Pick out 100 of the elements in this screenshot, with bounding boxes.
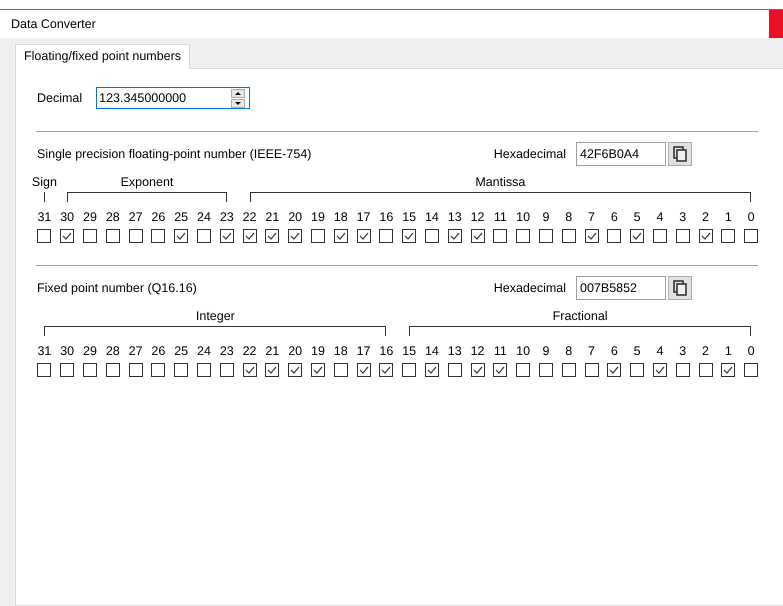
bit-checkbox[interactable] <box>106 229 120 243</box>
bit-number: 13 <box>446 343 463 359</box>
bit-checkbox[interactable] <box>538 229 553 243</box>
bit-number: 19 <box>310 209 326 225</box>
bit-checkbox[interactable] <box>310 363 325 377</box>
bit-number: 7 <box>587 343 596 359</box>
bit-group-label: Integer <box>196 308 235 324</box>
bit-checkbox[interactable] <box>630 229 644 243</box>
bit-checkbox[interactable] <box>310 229 325 243</box>
bit-checkbox[interactable] <box>402 229 416 243</box>
hexadecimal-label: Hexadecimal <box>494 281 566 295</box>
bit-number: 26 <box>150 209 166 225</box>
copy-button[interactable] <box>668 276 692 300</box>
bit-checkbox[interactable] <box>265 363 280 377</box>
bit-number: 1 <box>724 209 733 225</box>
bit-checkbox[interactable] <box>584 229 599 243</box>
bit-checkbox[interactable] <box>562 229 576 243</box>
bit-checkbox[interactable] <box>174 229 188 243</box>
hexadecimal-field[interactable]: 42F6B0A4 <box>576 142 666 166</box>
bit-checkbox[interactable] <box>242 363 257 377</box>
decimal-spin-box[interactable]: 123.345000000 <box>96 87 250 109</box>
bit-number: 30 <box>59 343 76 359</box>
bit-number: 22 <box>242 343 258 359</box>
bit-checkbox[interactable] <box>448 363 462 377</box>
bit-checkbox[interactable] <box>652 229 667 243</box>
bit-number: 15 <box>401 209 418 225</box>
bit-checkbox[interactable] <box>220 363 234 377</box>
bit-number: 21 <box>264 343 280 359</box>
bit-checkbox[interactable] <box>196 229 211 243</box>
bit-checkbox[interactable] <box>698 229 712 243</box>
bit-checkbox[interactable] <box>676 229 690 243</box>
bit-checkbox[interactable] <box>128 363 143 377</box>
bit-checkbox[interactable] <box>538 363 553 377</box>
tick-line <box>44 192 45 202</box>
copy-button[interactable] <box>668 142 692 166</box>
bit-checkbox[interactable] <box>82 229 97 243</box>
bit-checkbox[interactable] <box>196 363 211 377</box>
bit-checkbox[interactable] <box>151 229 166 243</box>
bit-checkbox[interactable] <box>424 363 439 377</box>
bit-number: 19 <box>310 343 326 359</box>
bit-number: 2 <box>701 343 710 359</box>
bit-checkbox[interactable] <box>265 229 280 243</box>
spin-down-icon[interactable] <box>231 98 246 108</box>
bit-number: 17 <box>356 209 372 225</box>
spin-up-icon[interactable] <box>231 88 246 98</box>
bit-checkbox[interactable] <box>721 229 736 243</box>
bit-checkbox[interactable] <box>448 229 462 243</box>
bit-checkbox[interactable] <box>584 363 599 377</box>
section-title: Single precision floating-point number (IEEE-754) <box>37 147 312 161</box>
bit-checkbox[interactable] <box>516 229 530 243</box>
bit-checkbox[interactable] <box>82 363 97 377</box>
bit-checkbox[interactable] <box>379 229 394 243</box>
bit-checkbox[interactable] <box>220 229 234 243</box>
bit-number: 16 <box>378 343 394 359</box>
bit-checkbox[interactable] <box>516 363 530 377</box>
bit-number: 12 <box>470 209 486 225</box>
bit-checkbox[interactable] <box>174 363 188 377</box>
bit-checkbox[interactable] <box>106 363 120 377</box>
bit-number: 3 <box>678 209 688 225</box>
bit-checkbox[interactable] <box>151 363 166 377</box>
bit-number: 20 <box>287 343 304 359</box>
bit-number: 12 <box>470 343 486 359</box>
hexadecimal-field[interactable]: 007B5852 <box>576 276 666 300</box>
bit-checkbox[interactable] <box>37 363 52 377</box>
bit-checkbox[interactable] <box>721 363 736 377</box>
bit-checkbox[interactable] <box>744 229 758 243</box>
bit-checkbox[interactable] <box>402 363 416 377</box>
bit-checkbox[interactable] <box>607 229 622 243</box>
bit-checkbox[interactable] <box>334 363 348 377</box>
bit-checkbox[interactable] <box>288 229 302 243</box>
bit-checkbox[interactable] <box>470 229 485 243</box>
bit-number: 28 <box>104 209 121 225</box>
bit-checkbox[interactable] <box>60 363 74 377</box>
bit-number: 16 <box>378 209 394 225</box>
bit-checkbox[interactable] <box>493 363 508 377</box>
bit-checkbox[interactable] <box>356 363 371 377</box>
bit-number: 18 <box>332 209 349 225</box>
bit-checkbox[interactable] <box>470 363 485 377</box>
bit-checkbox[interactable] <box>493 229 508 243</box>
bit-checkbox[interactable] <box>676 363 690 377</box>
bit-checkbox[interactable] <box>698 363 712 377</box>
tab[interactable]: Floating/fixed point numbers <box>15 44 190 69</box>
bit-checkbox[interactable] <box>128 229 143 243</box>
bit-checkbox[interactable] <box>379 363 394 377</box>
bit-number: 10 <box>515 343 532 359</box>
bit-checkbox[interactable] <box>424 229 439 243</box>
bit-number: 14 <box>424 343 440 359</box>
bit-checkbox[interactable] <box>288 363 302 377</box>
bit-checkbox[interactable] <box>37 229 52 243</box>
bit-checkbox[interactable] <box>356 229 371 243</box>
bit-checkbox[interactable] <box>562 363 576 377</box>
bit-number: 28 <box>104 343 121 359</box>
bit-checkbox[interactable] <box>242 229 257 243</box>
bit-checkbox[interactable] <box>334 229 348 243</box>
bit-checkbox[interactable] <box>607 363 622 377</box>
bit-checkbox[interactable] <box>744 363 758 377</box>
bit-checkbox[interactable] <box>60 229 74 243</box>
bit-number: 0 <box>746 343 756 359</box>
bit-checkbox[interactable] <box>630 363 644 377</box>
bit-checkbox[interactable] <box>652 363 667 377</box>
